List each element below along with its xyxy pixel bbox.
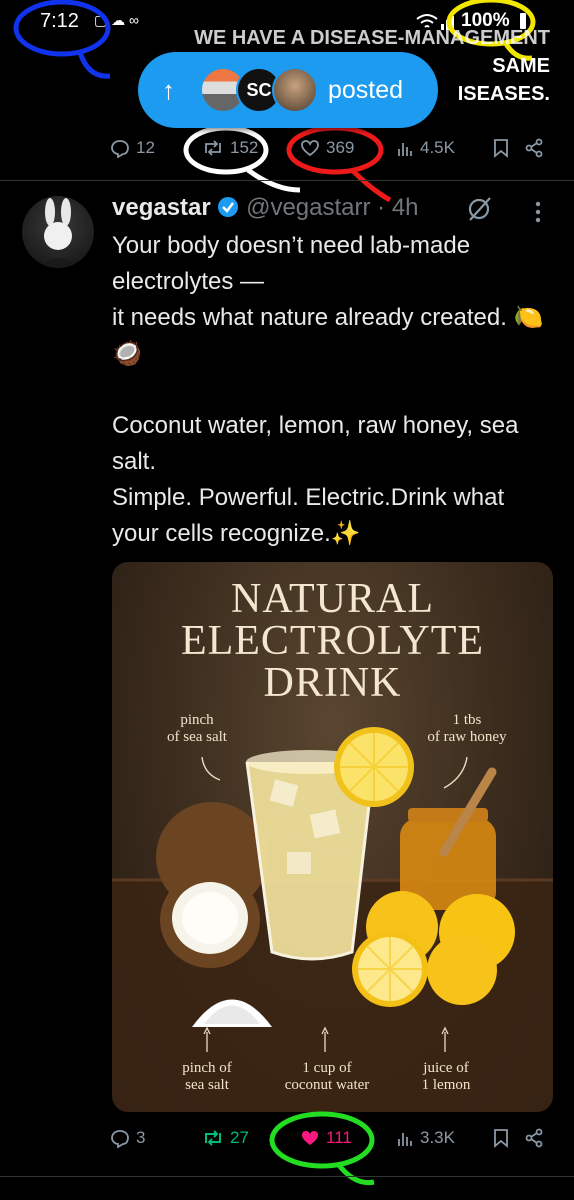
drink-illustration (112, 727, 553, 1112)
share-icon[interactable] (524, 138, 544, 158)
like-count: 369 (326, 138, 355, 157)
tweet-text: Your body doesn’t need lab-made electrol… (112, 232, 544, 547)
repost-icon (205, 140, 221, 156)
label-bottom-coconut: 1 cup of coconut water (284, 1060, 370, 1093)
like-icon (301, 140, 319, 157)
label-bottom-lemon: juice of 1 lemon (421, 1060, 471, 1093)
avatar[interactable] (22, 196, 94, 268)
views-icon (398, 143, 412, 156)
divider (0, 1176, 574, 1177)
reply-icon (111, 140, 129, 158)
tweet-image[interactable]: NATURAL ELECTROLYTE DRINK pinch of sea s… (112, 562, 553, 1112)
bookmark-icon[interactable] (492, 138, 510, 158)
more-icon[interactable] (534, 200, 542, 224)
label-bottom-salt: pinch of sea salt (182, 1060, 232, 1093)
views-count: 4.5K (420, 138, 455, 157)
posted-label: posted (328, 75, 404, 104)
views-button[interactable]: 4.5K (396, 138, 455, 158)
tweet-header: vegastar @vegastarr · 4h (112, 194, 419, 222)
annotation-marks-bottom (269, 1111, 375, 1186)
image-text-line: WE HAVE A DISEASE-MANAGEMENT (194, 27, 550, 49)
timestamp: · 4h (377, 194, 419, 221)
repost-button[interactable]: 152 (202, 138, 258, 158)
verified-icon (218, 197, 239, 217)
arrow-up-icon: ↑ (162, 74, 175, 105)
display-name[interactable]: vegastar (112, 194, 211, 221)
avatar (272, 67, 318, 113)
reply-button[interactable]: 12 (110, 138, 155, 158)
divider (0, 180, 574, 181)
like-button[interactable]: 369 (300, 138, 354, 158)
handle[interactable]: @vegastarr (246, 194, 370, 221)
grok-icon[interactable] (466, 196, 492, 222)
rabbit-avatar-image (38, 198, 78, 268)
reply-count: 12 (136, 138, 155, 157)
new-posts-pill[interactable]: ↑ SC posted (138, 52, 438, 128)
repost-count: 152 (230, 138, 259, 157)
